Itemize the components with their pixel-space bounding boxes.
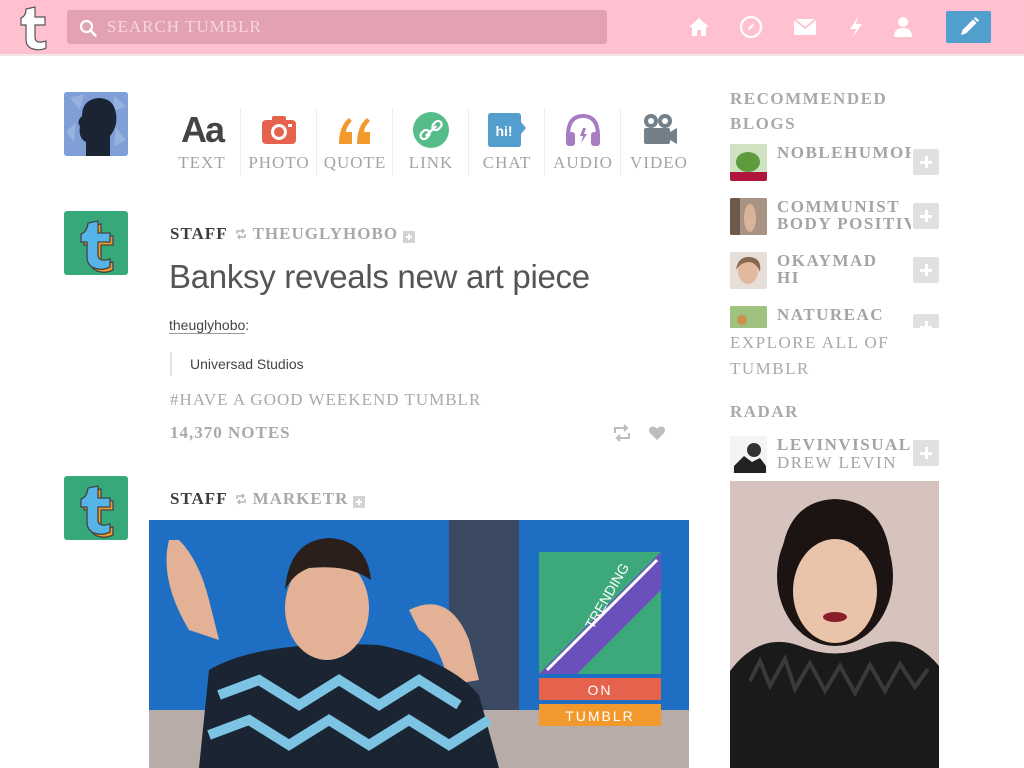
post-type-label: PHOTO xyxy=(248,153,310,172)
follow-button[interactable] xyxy=(913,149,939,175)
explore-line-1: EXPLORE ALL OF xyxy=(730,333,890,352)
compose-post-button[interactable] xyxy=(946,11,991,43)
link-icon xyxy=(413,112,449,148)
chat-bubble-icon: hi! xyxy=(488,113,526,147)
post-type-label: TEXT xyxy=(178,153,226,172)
post-type-text[interactable]: Aa TEXT xyxy=(164,108,240,176)
reblogged-from-name[interactable]: THEUGLYHOBO xyxy=(253,224,398,244)
post-header: STAFF THEUGLYHOBO xyxy=(170,224,416,244)
explore-line-2: TUMBLR xyxy=(730,359,810,378)
post-blog-name[interactable]: STAFF xyxy=(170,489,228,509)
heading-line-1: RECOMMENDED xyxy=(730,89,888,108)
post-tags[interactable]: #HAVE A GOOD WEEKEND TUMBLR xyxy=(170,390,481,410)
recommended-blog-item[interactable]: COMMUNIST BODY POSITIVE xyxy=(730,198,940,238)
blog-thumbnail xyxy=(730,306,767,328)
post-type-label: AUDIO xyxy=(553,153,613,172)
explore-all-link[interactable]: EXPLORE ALL OF TUMBLR xyxy=(730,330,940,382)
blog-name: LEVINVISUAL xyxy=(777,436,911,453)
staff-avatar[interactable] xyxy=(64,211,128,275)
post-type-video[interactable]: VIDEO xyxy=(620,108,696,176)
post-type-quote[interactable]: QUOTE xyxy=(316,108,392,176)
reblog-attribution: theuglyhobo: xyxy=(169,317,250,334)
silhouette-avatar-icon xyxy=(64,92,128,156)
tumblr-staff-logo-icon xyxy=(80,485,114,538)
colon: : xyxy=(245,317,250,333)
quote-icon xyxy=(339,118,370,144)
recommended-blogs-heading: RECOMMENDED BLOGS xyxy=(730,86,887,136)
search-icon xyxy=(79,19,97,37)
search-input[interactable] xyxy=(107,10,597,44)
header-divider xyxy=(0,54,1024,56)
tumblr-staff-logo-icon xyxy=(80,220,114,273)
reblog-small-icon xyxy=(235,228,246,240)
post-type-chat[interactable]: hi! CHAT xyxy=(468,108,544,176)
blog-name: OKAYMAD xyxy=(777,252,878,269)
trending-on-label: ON xyxy=(588,682,613,698)
text-aa-icon: Aa xyxy=(180,109,225,150)
like-heart-icon[interactable] xyxy=(648,424,666,442)
radar-blog-item[interactable]: LEVINVISUAL DREW LEVIN xyxy=(730,436,940,476)
post-gif-image[interactable]: TRENDING ON TUMBLR xyxy=(149,520,689,768)
account-person-icon[interactable] xyxy=(890,14,916,40)
tumblr-logo[interactable] xyxy=(18,3,52,51)
svg-text:hi!: hi! xyxy=(495,123,512,139)
blockquote-text: Universad Studios xyxy=(170,352,304,376)
radar-heading: RADAR xyxy=(730,402,799,421)
gif-scene: TRENDING ON TUMBLR xyxy=(149,520,689,768)
radar-post-image[interactable] xyxy=(730,481,939,768)
video-camera-icon xyxy=(644,114,677,144)
headphones-icon xyxy=(566,113,600,146)
staff-avatar[interactable] xyxy=(64,476,128,540)
reblog-user-link[interactable]: theuglyhobo xyxy=(169,317,246,334)
search-bar[interactable] xyxy=(67,10,607,44)
post-blog-name[interactable]: STAFF xyxy=(170,224,228,244)
reblog-small-icon xyxy=(235,493,246,505)
follow-small-icon[interactable] xyxy=(353,496,366,508)
post-notes-count[interactable]: 14,370 NOTES xyxy=(170,423,291,443)
heading-line-2: BLOGS xyxy=(730,114,797,133)
camera-icon xyxy=(262,116,296,144)
post-type-bar: Aa TEXT PHOTO QUOTE LINK hi! CHAT AUDIO … xyxy=(164,108,696,178)
user-avatar[interactable] xyxy=(64,92,128,156)
recommended-blog-item[interactable]: NOBLEHUMOR xyxy=(730,144,940,184)
blog-thumbnail xyxy=(730,198,767,235)
follow-small-icon[interactable] xyxy=(403,231,416,243)
post-type-label: CHAT xyxy=(482,153,532,172)
post-type-link[interactable]: LINK xyxy=(392,108,468,176)
follow-button[interactable] xyxy=(913,440,939,466)
reblog-icon[interactable] xyxy=(613,424,631,442)
recommended-blog-item[interactable]: NATUREAC xyxy=(730,306,940,328)
post-type-label: VIDEO xyxy=(630,153,688,172)
trending-tumblr-label: TUMBLR xyxy=(565,708,635,724)
top-bar xyxy=(0,0,1024,54)
follow-button[interactable] xyxy=(913,314,939,328)
blog-name-line-2: HI xyxy=(777,269,800,286)
home-icon[interactable] xyxy=(686,14,712,40)
blog-thumbnail xyxy=(730,144,767,181)
post-type-label: QUOTE xyxy=(323,153,387,172)
blog-name: NATUREAC xyxy=(777,306,885,323)
post-header: STAFF MARKETR xyxy=(170,489,366,509)
radar-photo xyxy=(730,481,939,768)
blog-name: NOBLEHUMOR xyxy=(777,144,911,161)
recommended-blog-item[interactable]: OKAYMAD HI xyxy=(730,252,940,292)
blog-thumbnail xyxy=(730,252,767,289)
blog-author: DREW LEVIN xyxy=(777,454,897,471)
explore-compass-icon[interactable] xyxy=(738,14,764,40)
activity-lightning-icon[interactable] xyxy=(843,14,869,40)
blog-thumbnail xyxy=(730,436,767,473)
follow-button[interactable] xyxy=(913,257,939,283)
post-type-photo[interactable]: PHOTO xyxy=(240,108,316,176)
pencil-icon xyxy=(960,17,979,35)
inbox-mail-icon[interactable] xyxy=(792,14,818,40)
post-type-audio[interactable]: AUDIO xyxy=(544,108,620,176)
post-type-label: LINK xyxy=(408,153,454,172)
blog-name: COMMUNIST xyxy=(777,198,901,215)
reblogged-from-name[interactable]: MARKETR xyxy=(253,489,349,509)
blog-name-line-2: BODY POSITIVE xyxy=(777,215,911,232)
post-title: Banksy reveals new art piece xyxy=(169,258,590,295)
follow-button[interactable] xyxy=(913,203,939,229)
